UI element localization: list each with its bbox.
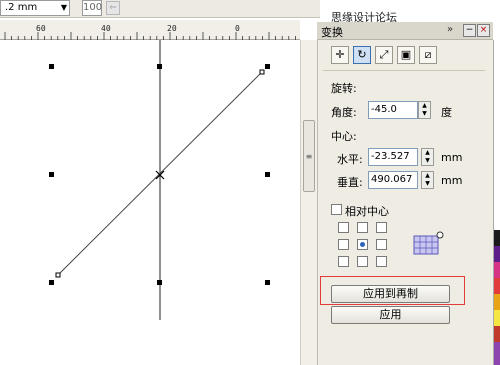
palette-swatch[interactable] xyxy=(494,294,500,310)
palette-swatch[interactable] xyxy=(494,278,500,294)
angle-input[interactable]: -45.0 xyxy=(368,101,418,119)
divider xyxy=(323,70,485,71)
palette-swatch[interactable] xyxy=(494,326,500,342)
selection-handle[interactable] xyxy=(49,280,54,285)
color-palette[interactable] xyxy=(493,40,500,365)
chevron-double-right-icon[interactable]: » xyxy=(447,24,453,35)
selection-handle[interactable] xyxy=(265,172,270,177)
drawing-canvas[interactable] xyxy=(0,40,300,365)
ruler-label: 60 xyxy=(36,24,46,33)
anchor-bottom-right[interactable] xyxy=(376,256,387,267)
property-toolbar: .2 mm ▼ 100 ⇐ xyxy=(0,0,320,18)
rotate-heading: 旋转: xyxy=(331,82,357,95)
palette-swatch[interactable] xyxy=(494,230,500,246)
palette-swatch[interactable] xyxy=(494,262,500,278)
selection-handle[interactable] xyxy=(157,280,162,285)
rotate-tool-icon[interactable]: ↻ xyxy=(353,46,371,64)
ruler-label: 40 xyxy=(101,24,111,33)
minimize-icon[interactable]: − xyxy=(463,24,476,37)
docker-title: 变换 xyxy=(321,26,343,39)
size-tool-icon[interactable]: ▣ xyxy=(397,46,415,64)
skew-tool-icon[interactable]: ⧄ xyxy=(419,46,437,64)
horizontal-input[interactable]: -23.527 xyxy=(368,148,418,166)
selection-handle[interactable] xyxy=(265,280,270,285)
horizontal-unit: mm xyxy=(441,151,463,164)
ruler-label: 20 xyxy=(167,24,177,33)
selected-dot-icon xyxy=(360,242,365,247)
horizontal-label: 水平: xyxy=(337,153,363,166)
outline-width-value: .2 mm xyxy=(5,2,38,13)
selection-handle[interactable] xyxy=(265,64,270,69)
docker-title-bar: 变换 » − × xyxy=(317,22,493,40)
vertical-input[interactable]: 490.067 xyxy=(368,171,418,189)
anchor-center[interactable] xyxy=(357,239,368,250)
ruler-label: 0 xyxy=(235,24,240,33)
nudge-icon[interactable]: ⇐ xyxy=(106,1,120,15)
scale-tool-icon[interactable]: ⤢ xyxy=(375,46,393,64)
vertical-scrollbar[interactable]: ≡ xyxy=(300,40,317,365)
outline-width-select[interactable]: .2 mm ▼ xyxy=(0,0,70,16)
apply-button[interactable]: 应用 xyxy=(331,306,450,324)
selection-handle[interactable] xyxy=(49,172,54,177)
palette-swatch[interactable] xyxy=(494,246,500,262)
horizontal-ruler[interactable]: 60 40 20 0 xyxy=(0,20,300,40)
angle-unit: 度 xyxy=(441,106,452,119)
anchor-top-right[interactable] xyxy=(376,222,387,233)
line-node[interactable] xyxy=(55,272,61,278)
chevron-down-icon: ▼ xyxy=(60,3,67,12)
vertical-unit: mm xyxy=(441,174,463,187)
relative-center-label: 相对中心 xyxy=(345,205,389,218)
center-heading: 中心: xyxy=(331,130,357,143)
anchor-top-left[interactable] xyxy=(338,222,349,233)
grid-preview-icon xyxy=(413,231,444,255)
horizontal-spinner[interactable]: ▲ ▼ xyxy=(421,148,434,166)
anchor-bottom-center[interactable] xyxy=(357,256,368,267)
anchor-middle-left[interactable] xyxy=(338,239,349,250)
angle-label: 角度: xyxy=(331,106,357,119)
line-node[interactable] xyxy=(259,69,265,75)
angle-spinner[interactable]: ▲ ▼ xyxy=(418,101,431,119)
canvas-drawing xyxy=(49,40,270,320)
anchor-top-center[interactable] xyxy=(357,222,368,233)
close-icon[interactable]: × xyxy=(477,24,490,37)
scrollbar-thumb[interactable]: ≡ xyxy=(303,120,315,192)
palette-swatch[interactable] xyxy=(494,310,500,326)
vertical-label: 垂直: xyxy=(337,176,363,189)
apply-to-duplicate-button[interactable]: 应用到再制 xyxy=(331,285,450,303)
position-tool-icon[interactable]: ✛ xyxy=(331,46,349,64)
zoom-value-field[interactable]: 100 xyxy=(82,0,102,16)
palette-swatch[interactable] xyxy=(494,342,500,365)
relative-center-checkbox[interactable] xyxy=(331,204,342,215)
selection-handle[interactable] xyxy=(157,64,162,69)
anchor-middle-right[interactable] xyxy=(376,239,387,250)
vertical-spinner[interactable]: ▲ ▼ xyxy=(421,171,434,189)
selection-handle[interactable] xyxy=(49,64,54,69)
anchor-bottom-left[interactable] xyxy=(338,256,349,267)
